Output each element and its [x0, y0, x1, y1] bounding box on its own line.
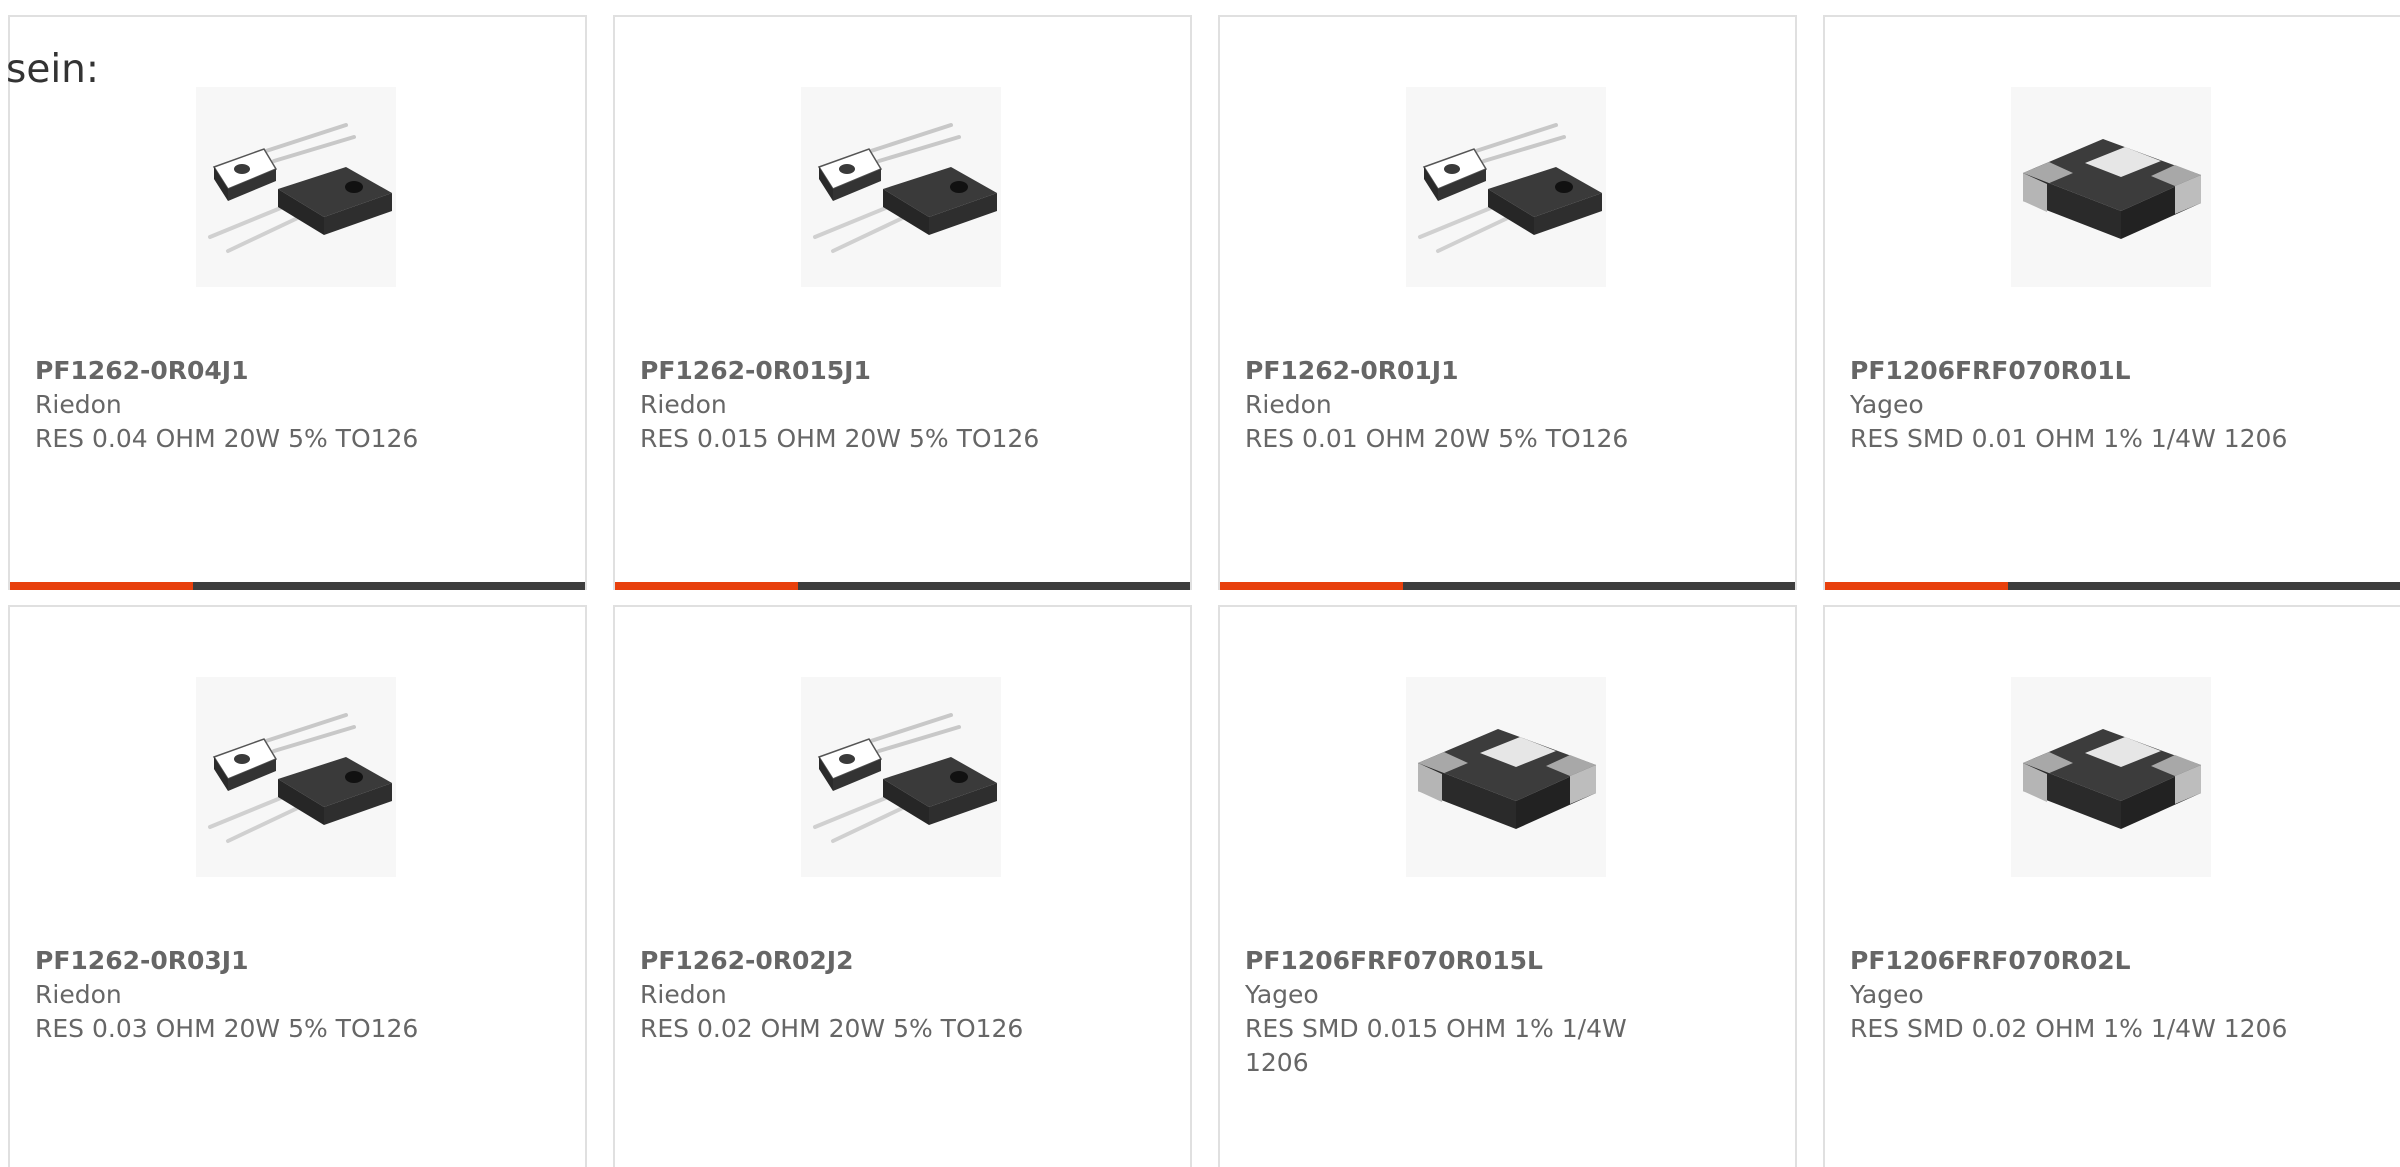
product-manufacturer: Riedon: [1245, 390, 1332, 419]
product-description: RES 0.015 OHM 20W 5% TO126: [640, 424, 1040, 453]
product-manufacturer: Riedon: [35, 390, 122, 419]
product-card[interactable]: PF1262-0R01J1 Riedon RES 0.01 OHM 20W 5%…: [1218, 15, 1797, 590]
to126-resistor-image: [196, 677, 396, 877]
product-card[interactable]: PF1206FRF070R02L Yageo RES SMD 0.02 OHM …: [1823, 605, 2400, 1167]
product-part-number[interactable]: PF1206FRF070R01L: [1850, 354, 2290, 388]
product-part-number[interactable]: PF1262-0R04J1: [35, 354, 475, 388]
product-description: RES 0.02 OHM 20W 5% TO126: [640, 1014, 1024, 1043]
smd-chip-resistor-image: [1406, 677, 1606, 877]
product-description: RES 0.04 OHM 20W 5% TO126: [35, 424, 419, 453]
product-manufacturer: Yageo: [1850, 980, 1924, 1009]
product-card[interactable]: PF1262-0R015J1 Riedon RES 0.015 OHM 20W …: [613, 15, 1192, 590]
smd-chip-resistor-image: [2011, 87, 2211, 287]
product-manufacturer: Riedon: [640, 390, 727, 419]
product-manufacturer: Yageo: [1245, 980, 1319, 1009]
product-info: PF1206FRF070R01L Yageo RES SMD 0.01 OHM …: [1850, 354, 2290, 456]
smd-chip-resistor-image: [2011, 677, 2211, 877]
product-part-number[interactable]: PF1262-0R03J1: [35, 944, 475, 978]
product-card[interactable]: PF1262-0R02J2 Riedon RES 0.02 OHM 20W 5%…: [613, 605, 1192, 1167]
product-description: RES SMD 0.015 OHM 1% 1/4W 1206: [1245, 1014, 1627, 1077]
card-bottom-bar: [615, 582, 1190, 590]
product-part-number[interactable]: PF1206FRF070R015L: [1245, 944, 1685, 978]
product-description: RES SMD 0.01 OHM 1% 1/4W 1206: [1850, 424, 2288, 453]
product-info: PF1206FRF070R02L Yageo RES SMD 0.02 OHM …: [1850, 944, 2290, 1046]
to126-resistor-image: [801, 87, 1001, 287]
product-card[interactable]: PF1206FRF070R015L Yageo RES SMD 0.015 OH…: [1218, 605, 1797, 1167]
product-card[interactable]: PF1206FRF070R01L Yageo RES SMD 0.01 OHM …: [1823, 15, 2400, 590]
product-info: PF1262-0R015J1 Riedon RES 0.015 OHM 20W …: [640, 354, 1080, 456]
product-part-number[interactable]: PF1262-0R01J1: [1245, 354, 1685, 388]
product-manufacturer: Yageo: [1850, 390, 1924, 419]
product-info: PF1262-0R02J2 Riedon RES 0.02 OHM 20W 5%…: [640, 944, 1080, 1046]
card-accent-bar: [1825, 582, 2008, 590]
product-part-number[interactable]: PF1262-0R02J2: [640, 944, 1080, 978]
card-accent-bar: [615, 582, 798, 590]
product-card[interactable]: PF1262-0R04J1 Riedon RES 0.04 OHM 20W 5%…: [8, 15, 587, 590]
product-part-number[interactable]: PF1206FRF070R02L: [1850, 944, 2290, 978]
card-bottom-bar: [1220, 582, 1795, 590]
product-description: RES SMD 0.02 OHM 1% 1/4W 1206: [1850, 1014, 2288, 1043]
card-accent-bar: [1220, 582, 1403, 590]
product-card[interactable]: PF1262-0R03J1 Riedon RES 0.03 OHM 20W 5%…: [8, 605, 587, 1167]
product-description: RES 0.01 OHM 20W 5% TO126: [1245, 424, 1629, 453]
card-accent-bar: [10, 582, 193, 590]
product-description: RES 0.03 OHM 20W 5% TO126: [35, 1014, 419, 1043]
product-grid: PF1262-0R04J1 Riedon RES 0.04 OHM 20W 5%…: [8, 15, 2400, 1167]
product-manufacturer: Riedon: [35, 980, 122, 1009]
product-manufacturer: Riedon: [640, 980, 727, 1009]
product-info: PF1206FRF070R015L Yageo RES SMD 0.015 OH…: [1245, 944, 1685, 1080]
product-info: PF1262-0R01J1 Riedon RES 0.01 OHM 20W 5%…: [1245, 354, 1685, 456]
intro-text: sein:: [6, 47, 100, 92]
to126-resistor-image: [1406, 87, 1606, 287]
card-bottom-bar: [1825, 582, 2400, 590]
card-bottom-bar: [10, 582, 585, 590]
product-part-number[interactable]: PF1262-0R015J1: [640, 354, 1080, 388]
to126-resistor-image: [801, 677, 1001, 877]
to126-resistor-image: [196, 87, 396, 287]
page: sein: PF1262-0R04J1 Riedon RES 0.04 OHM …: [0, 0, 2400, 1167]
product-info: PF1262-0R03J1 Riedon RES 0.03 OHM 20W 5%…: [35, 944, 475, 1046]
product-info: PF1262-0R04J1 Riedon RES 0.04 OHM 20W 5%…: [35, 354, 475, 456]
